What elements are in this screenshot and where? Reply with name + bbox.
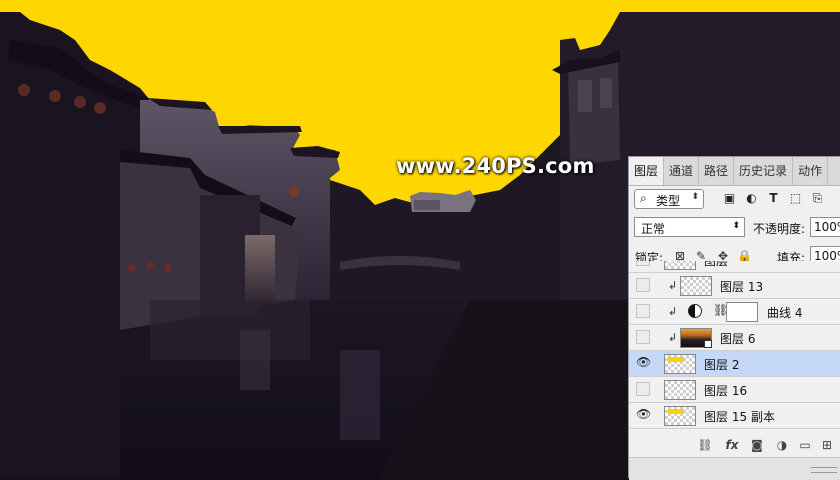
filter-kind-label: 类型 xyxy=(656,194,681,208)
eye-icon[interactable]: 👁 xyxy=(636,356,651,370)
visibility-toggle[interactable] xyxy=(636,261,650,266)
layer-row-6[interactable]: ↲ 图层 6 xyxy=(629,325,840,351)
tab-channels[interactable]: 通道 xyxy=(664,157,700,185)
layer-thumbnail xyxy=(680,328,712,348)
clipping-arrow-icon: ↲ xyxy=(668,305,678,318)
layer-row-15-copy[interactable]: 👁 图层 15 副本 xyxy=(629,403,840,429)
blend-mode-value: 正常 xyxy=(641,222,666,236)
clipping-arrow-icon: ↲ xyxy=(668,331,678,344)
new-layer-icon[interactable]: ⊞ xyxy=(819,437,835,453)
opacity-label: 不透明度: xyxy=(753,222,806,236)
layer-name: 图层 xyxy=(704,261,729,268)
blend-mode-dropdown[interactable]: 正常 ⬍ xyxy=(634,217,745,237)
panel-status-bar xyxy=(629,457,840,480)
layer-row-16[interactable]: 图层 16 xyxy=(629,377,840,403)
layer-name: 图层 16 xyxy=(704,384,748,398)
smart-object-icon xyxy=(704,340,712,348)
layers-panel: 图层 通道 路径 历史记录 动作 ⌕ 类型 ⬍ ▣ ◐ T ⬚ ⎘ 正常 ⬍ 不… xyxy=(628,156,840,480)
layer-row-2[interactable]: 👁 图层 2 xyxy=(629,351,840,377)
search-icon: ⌕ xyxy=(640,191,647,205)
visibility-toggle[interactable] xyxy=(636,382,650,396)
image-filter-icon[interactable]: ▣ xyxy=(722,191,737,206)
chevron-down-icon: ⬍ xyxy=(732,221,740,231)
layer-thumbnail xyxy=(664,261,696,270)
visibility-toggle[interactable] xyxy=(636,278,650,292)
clipping-arrow-icon: ↲ xyxy=(668,279,678,292)
layer-mask-thumbnail xyxy=(726,302,758,322)
layer-thumbnail xyxy=(664,354,696,374)
tab-history[interactable]: 历史记录 xyxy=(734,157,794,185)
layer-row-partial[interactable]: 图层 xyxy=(629,261,840,273)
filter-row: ⌕ 类型 ⬍ ▣ ◐ T ⬚ ⎘ xyxy=(629,187,840,214)
tab-layers[interactable]: 图层 xyxy=(629,157,665,185)
layer-thumbnail xyxy=(680,276,712,296)
panel-tab-bar: 图层 通道 路径 历史记录 动作 xyxy=(629,157,840,186)
layer-row-13[interactable]: ↲ 图层 13 xyxy=(629,273,840,299)
opacity-field[interactable]: 100% xyxy=(810,217,840,237)
new-group-icon[interactable]: ▭ xyxy=(797,437,813,453)
adjustment-layer-icon[interactable]: ◑ xyxy=(774,437,790,453)
layer-list[interactable]: 图层 ↲ 图层 13 ↲ ⛓ 曲线 4 ↲ 图层 6 👁 图层 2 图层 16 … xyxy=(629,261,840,433)
shape-filter-icon[interactable]: ⬚ xyxy=(788,191,803,206)
layer-name: 图层 2 xyxy=(704,358,740,372)
eye-icon[interactable]: 👁 xyxy=(636,408,651,422)
layer-thumbnail xyxy=(664,406,696,426)
updown-arrow-icon: ⬍ xyxy=(691,192,699,202)
adjustment-filter-icon[interactable]: ◐ xyxy=(744,191,759,206)
tab-actions[interactable]: 动作 xyxy=(793,157,829,185)
smart-object-filter-icon[interactable]: ⎘ xyxy=(810,191,825,206)
layer-name: 曲线 4 xyxy=(767,306,803,320)
layer-row-curves-4[interactable]: ↲ ⛓ 曲线 4 xyxy=(629,299,840,325)
type-filter-icon[interactable]: T xyxy=(766,191,781,206)
link-layers-icon[interactable]: ⛓ xyxy=(697,437,713,453)
blend-row: 正常 ⬍ 不透明度: 100% xyxy=(629,215,840,243)
layer-name: 图层 13 xyxy=(720,280,764,294)
add-mask-icon[interactable]: ◙ xyxy=(749,437,765,453)
curves-adjustment-icon xyxy=(688,304,702,318)
layer-name: 图层 6 xyxy=(720,332,756,346)
layers-footer: ⛓ fx ◙ ◑ ▭ ⊞ xyxy=(629,433,840,457)
layer-name: 图层 15 副本 xyxy=(704,410,775,424)
watermark-text: www.240PS.com xyxy=(396,154,595,178)
tab-paths[interactable]: 路径 xyxy=(699,157,735,185)
resize-grip-icon[interactable] xyxy=(811,467,837,473)
visibility-toggle[interactable] xyxy=(636,304,650,318)
layer-thumbnail xyxy=(664,380,696,400)
visibility-toggle[interactable] xyxy=(636,330,650,344)
filter-kind-dropdown[interactable]: ⌕ 类型 ⬍ xyxy=(634,189,704,209)
fx-icon[interactable]: fx xyxy=(724,437,740,453)
